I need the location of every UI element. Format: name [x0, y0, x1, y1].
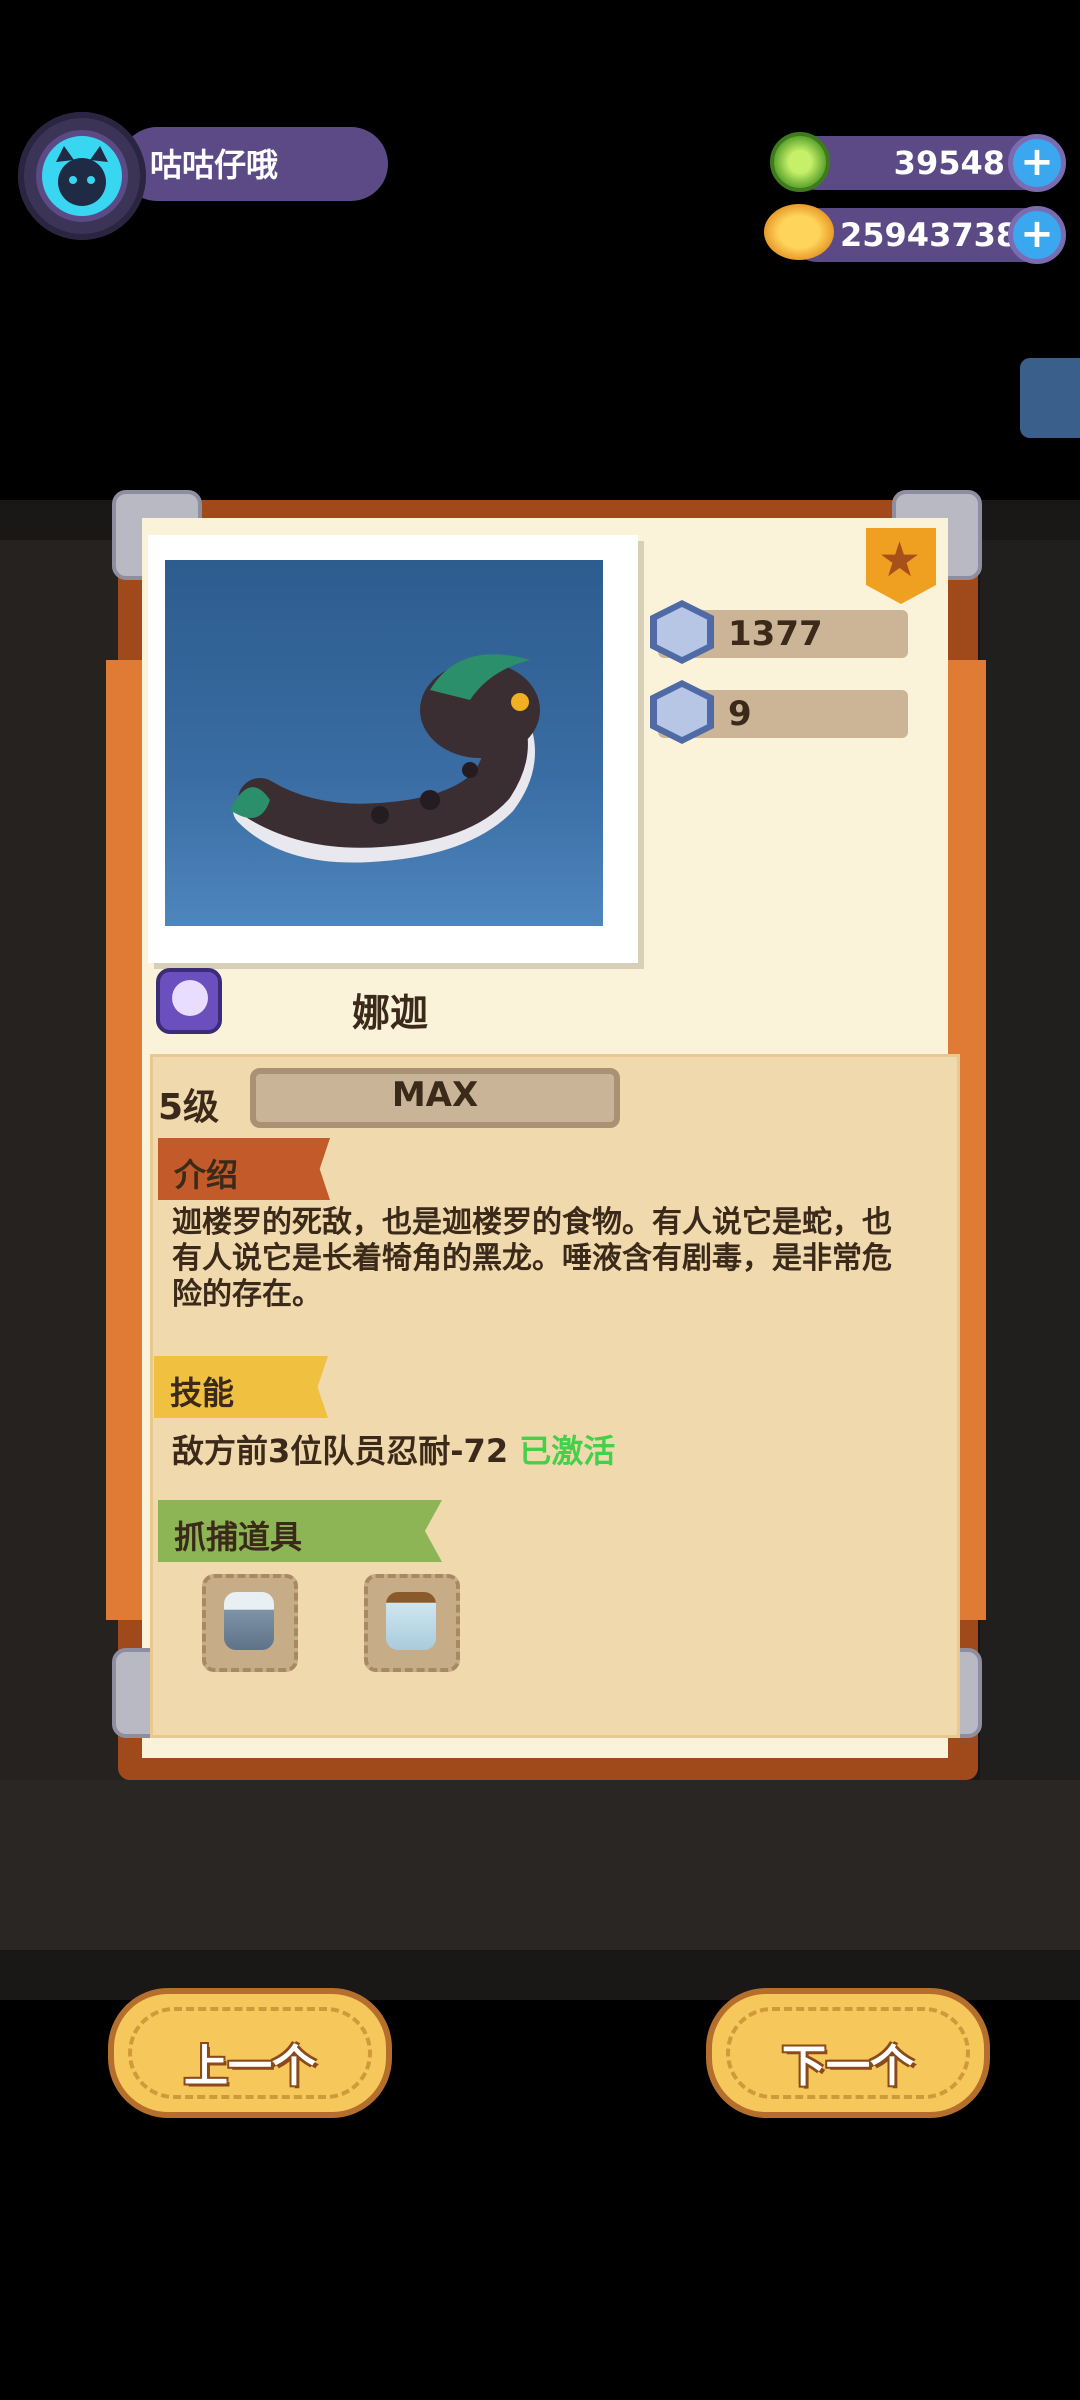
gold-currency-value: 25943738: [840, 216, 1019, 254]
previous-button-label: 上一个: [184, 2041, 316, 2092]
next-button-label: 下一个: [782, 2041, 914, 2092]
next-button[interactable]: 下一个: [706, 1988, 990, 2118]
monster-level: 5级: [158, 1087, 220, 1128]
skill-title: 技能: [170, 1374, 235, 1412]
intro-title: 介绍: [174, 1156, 239, 1194]
cat-avatar-icon: [36, 130, 128, 222]
stat-power-value: 1377: [728, 614, 823, 654]
skill-status: 已激活: [519, 1432, 616, 1470]
skill-description: 敌方前3位队员忍耐-72 已激活: [172, 1426, 615, 1472]
add-gold-currency-button[interactable]: +: [1008, 206, 1066, 264]
capture-title: 抓捕道具: [174, 1518, 303, 1556]
stat-defense-value: 9: [728, 694, 752, 734]
level-progress-text: MAX: [391, 1075, 479, 1115]
skill-text: 敌方前3位队员忍耐-72: [172, 1432, 509, 1470]
side-settings-tab[interactable]: [1020, 358, 1080, 438]
book-right-page: [980, 540, 1080, 1900]
moon-icon: [172, 980, 208, 1016]
book-base: [0, 1780, 1080, 1950]
add-green-currency-button[interactable]: +: [1008, 134, 1066, 192]
player-name: 咕咕仔哦: [150, 146, 279, 184]
green-gem-icon: [770, 132, 830, 192]
star-icon: ★: [878, 532, 922, 588]
empty-bottle-icon: [386, 1592, 436, 1650]
intro-text: 迦楼罗的死敌，也是迦楼罗的食物。有人说它是蛇，也有人说它是长着犄角的黑龙。唾液含…: [172, 1205, 892, 1312]
previous-button[interactable]: 上一个: [108, 1988, 392, 2118]
naga-illustration: [230, 654, 540, 863]
gold-planet-icon: [764, 204, 834, 260]
milk-jar-icon: [224, 1592, 274, 1650]
monster-name: 娜迦: [352, 991, 429, 1035]
green-currency-value: 39548: [893, 144, 1005, 182]
